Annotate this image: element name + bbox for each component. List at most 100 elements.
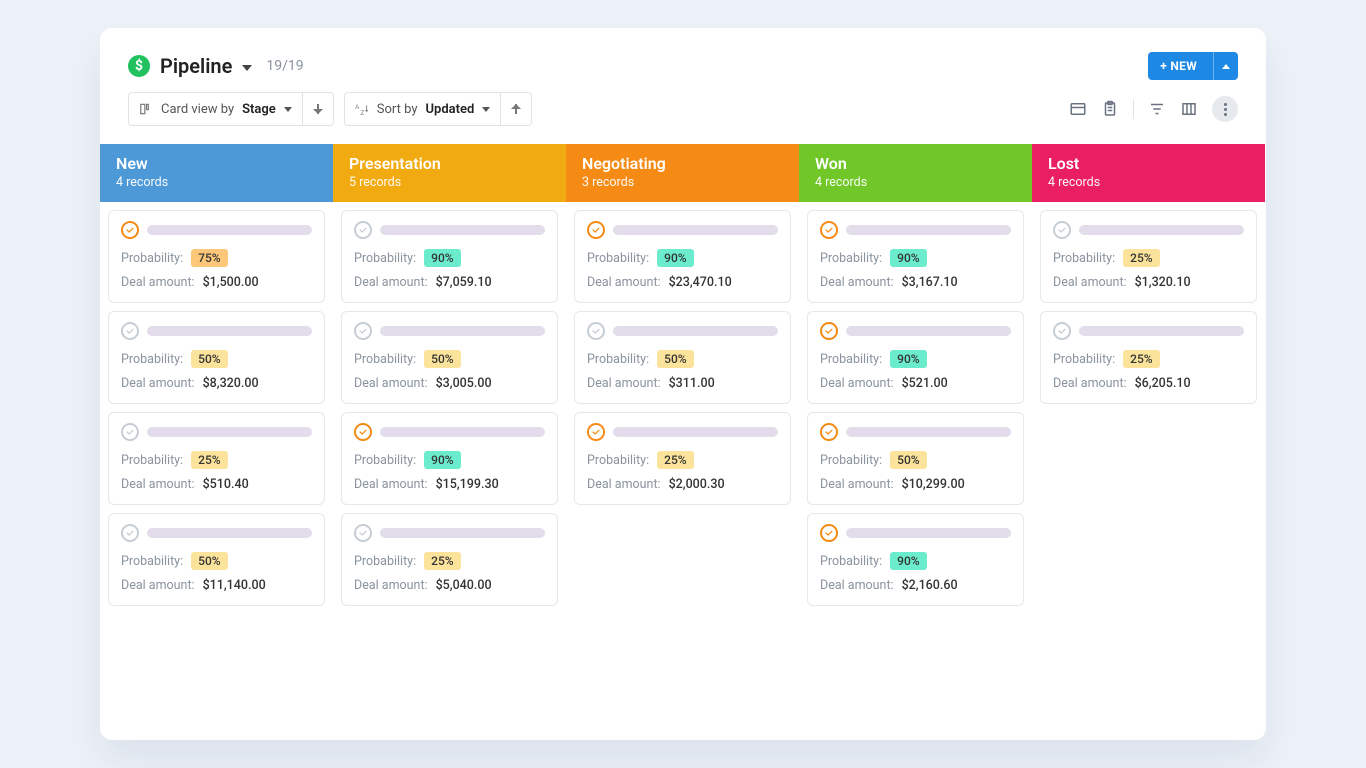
probability-label: Probability: bbox=[820, 352, 882, 367]
probability-label: Probability: bbox=[820, 251, 882, 266]
check-circle-icon[interactable] bbox=[121, 524, 139, 542]
deal-amount-label: Deal amount: bbox=[354, 376, 428, 391]
check-circle-icon[interactable] bbox=[354, 423, 372, 441]
deal-card[interactable]: Probability:90%Deal amount:$15,199.30 bbox=[341, 412, 558, 505]
probability-label: Probability: bbox=[587, 251, 649, 266]
column-header[interactable]: Presentation5 records bbox=[333, 144, 566, 202]
check-circle-icon[interactable] bbox=[820, 524, 838, 542]
cardview-selector[interactable]: Card view by Stage bbox=[128, 92, 334, 126]
probability-badge: 25% bbox=[1123, 350, 1159, 368]
check-circle-icon[interactable] bbox=[1053, 322, 1071, 340]
deal-card[interactable]: Probability:25%Deal amount:$1,320.10 bbox=[1040, 210, 1257, 303]
title-placeholder bbox=[846, 326, 1011, 336]
probability-badge: 90% bbox=[890, 350, 926, 368]
svg-text:Z: Z bbox=[360, 110, 364, 116]
deal-amount-label: Deal amount: bbox=[587, 275, 661, 290]
more-menu-button[interactable] bbox=[1212, 96, 1238, 122]
deal-card[interactable]: Probability:90%Deal amount:$7,059.10 bbox=[341, 210, 558, 303]
column-header[interactable]: Lost4 records bbox=[1032, 144, 1265, 202]
columns-icon[interactable] bbox=[1180, 100, 1198, 118]
deal-card[interactable]: Probability:25%Deal amount:$2,000.30 bbox=[574, 412, 791, 505]
probability-label: Probability: bbox=[121, 352, 183, 367]
probability-label: Probability: bbox=[587, 352, 649, 367]
probability-badge: 75% bbox=[191, 249, 227, 267]
column-cards: Probability:25%Deal amount:$1,320.10 Prob… bbox=[1032, 202, 1265, 412]
probability-label: Probability: bbox=[820, 554, 882, 569]
check-circle-icon[interactable] bbox=[587, 322, 605, 340]
probability-badge: 50% bbox=[890, 451, 926, 469]
deal-card[interactable]: Probability:50%Deal amount:$10,299.00 bbox=[807, 412, 1024, 505]
deal-card[interactable]: Probability:90%Deal amount:$521.00 bbox=[807, 311, 1024, 404]
column-header[interactable]: Won4 records bbox=[799, 144, 1032, 202]
deal-amount-value: $2,000.30 bbox=[669, 477, 725, 492]
check-circle-icon[interactable] bbox=[587, 221, 605, 239]
deal-amount-value: $510.40 bbox=[203, 477, 249, 492]
kebab-icon bbox=[1224, 103, 1227, 116]
column-header[interactable]: Negotiating3 records bbox=[566, 144, 799, 202]
new-button-dropdown[interactable] bbox=[1213, 52, 1238, 80]
dollar-icon: $ bbox=[128, 55, 150, 77]
title-placeholder bbox=[846, 225, 1011, 235]
check-circle-icon[interactable] bbox=[121, 322, 139, 340]
check-circle-icon[interactable] bbox=[587, 423, 605, 441]
column-header[interactable]: New4 records bbox=[100, 144, 333, 202]
deal-card[interactable]: Probability:90%Deal amount:$3,167.10 bbox=[807, 210, 1024, 303]
check-circle-icon[interactable] bbox=[820, 322, 838, 340]
check-circle-icon[interactable] bbox=[121, 221, 139, 239]
deal-card[interactable]: Probability:90%Deal amount:$23,470.10 bbox=[574, 210, 791, 303]
column-title: New bbox=[116, 154, 317, 173]
check-circle-icon[interactable] bbox=[1053, 221, 1071, 239]
deal-card[interactable]: Probability:50%Deal amount:$311.00 bbox=[574, 311, 791, 404]
deal-amount-value: $23,470.10 bbox=[669, 275, 732, 290]
probability-label: Probability: bbox=[1053, 352, 1115, 367]
check-circle-icon[interactable] bbox=[121, 423, 139, 441]
cardview-sort-direction[interactable] bbox=[303, 93, 333, 125]
probability-badge: 90% bbox=[890, 552, 926, 570]
deal-amount-value: $15,199.30 bbox=[436, 477, 499, 492]
right-tools bbox=[1069, 96, 1238, 122]
deal-amount-label: Deal amount: bbox=[820, 376, 894, 391]
column-cards: Probability:75%Deal amount:$1,500.00Prob… bbox=[100, 202, 333, 614]
deal-amount-value: $3,167.10 bbox=[902, 275, 958, 290]
deal-amount-value: $6,205.10 bbox=[1135, 376, 1191, 391]
filter-icon[interactable] bbox=[1148, 100, 1166, 118]
sort-prefix: Sort by bbox=[377, 102, 418, 117]
check-circle-icon[interactable] bbox=[820, 221, 838, 239]
probability-badge: 90% bbox=[890, 249, 926, 267]
column-new: New4 recordsProbability:75%Deal amount:$… bbox=[100, 144, 333, 722]
column-title: Negotiating bbox=[582, 154, 783, 173]
check-circle-icon[interactable] bbox=[354, 322, 372, 340]
deal-card[interactable]: Probability:25%Deal amount:$5,040.00 bbox=[341, 513, 558, 606]
check-circle-icon[interactable] bbox=[820, 423, 838, 441]
probability-label: Probability: bbox=[354, 251, 416, 266]
probability-label: Probability: bbox=[354, 453, 416, 468]
column-negotiating: Negotiating3 recordsProbability:90%Deal … bbox=[566, 144, 799, 722]
clipboard-icon[interactable] bbox=[1101, 100, 1119, 118]
probability-badge: 50% bbox=[191, 552, 227, 570]
page-title: Pipeline bbox=[160, 54, 232, 78]
deal-card[interactable]: Probability:50%Deal amount:$11,140.00 bbox=[108, 513, 325, 606]
title-placeholder bbox=[613, 225, 778, 235]
column-subtitle: 4 records bbox=[815, 175, 1016, 190]
deal-card[interactable]: Probability:50%Deal amount:$3,005.00 bbox=[341, 311, 558, 404]
title-dropdown-icon[interactable] bbox=[242, 65, 252, 71]
sort-direction[interactable] bbox=[501, 93, 531, 125]
probability-label: Probability: bbox=[121, 554, 183, 569]
sort-selector[interactable]: AZ Sort by Updated bbox=[344, 92, 533, 126]
title-placeholder bbox=[380, 427, 545, 437]
check-circle-icon[interactable] bbox=[354, 524, 372, 542]
deal-amount-value: $311.00 bbox=[669, 376, 715, 391]
new-button-label: + NEW bbox=[1148, 59, 1207, 73]
probability-label: Probability: bbox=[121, 251, 183, 266]
deal-card[interactable]: Probability:90%Deal amount:$2,160.60 bbox=[807, 513, 1024, 606]
deal-card[interactable]: Probability:75%Deal amount:$1,500.00 bbox=[108, 210, 325, 303]
sort-field: Updated bbox=[426, 102, 475, 117]
deal-amount-value: $3,005.00 bbox=[436, 376, 492, 391]
cardview-field: Stage bbox=[242, 102, 276, 117]
new-button[interactable]: + NEW bbox=[1148, 52, 1238, 80]
deal-card[interactable]: Probability:50%Deal amount:$8,320.00 bbox=[108, 311, 325, 404]
deal-card[interactable]: Probability:25%Deal amount:$6,205.10 bbox=[1040, 311, 1257, 404]
deal-card[interactable]: Probability:25%Deal amount:$510.40 bbox=[108, 412, 325, 505]
check-circle-icon[interactable] bbox=[354, 221, 372, 239]
card-grid-icon[interactable] bbox=[1069, 100, 1087, 118]
